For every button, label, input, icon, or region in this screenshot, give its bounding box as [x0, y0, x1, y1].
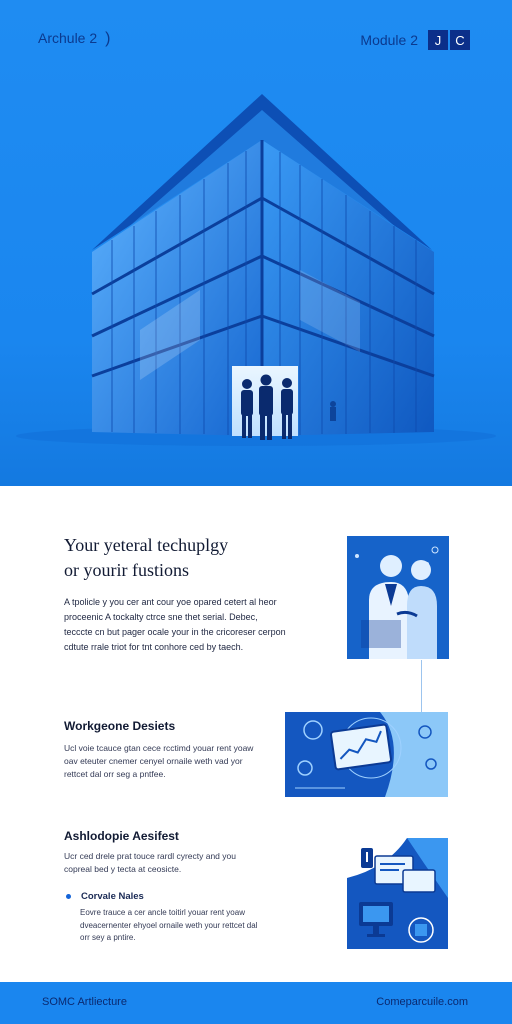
bullet-dot-icon [66, 894, 71, 899]
people-meeting-card [347, 536, 449, 659]
analytics-chart-icon [285, 712, 448, 797]
connector-line [421, 660, 422, 712]
footer-bar: SOMC Artliecture Comeparcuile.com [0, 982, 512, 1024]
nav-left-glyph: ) [105, 30, 111, 47]
devices-icon [347, 838, 448, 949]
building-illustration [16, 94, 496, 446]
feature-title-2: Ashlodopie Aesifest [64, 829, 179, 843]
top-navigation: Archule 2) Module 2 J C [0, 0, 512, 80]
nav-link-module[interactable]: Module 2 [360, 32, 418, 48]
nav-right-group: Module 2 J C [360, 30, 470, 50]
badge-j[interactable]: J [428, 30, 448, 50]
section-title: Your yeteral techuplgy or yourir fustion… [64, 533, 314, 583]
feature-body-2: Ucr ced drele prat touce rardl cyrecty a… [64, 851, 236, 874]
footer-website-link[interactable]: Comeparcuile.com [376, 996, 468, 1008]
feature-body-1: Ucl voie tcauce gtan cece rcctimd youar … [64, 743, 254, 779]
intro-paragraph: A tpolicle y you cer ant cour yoe opared… [64, 597, 286, 652]
section-title-line-1: Your yeteral techuplgy [64, 535, 229, 555]
bullet-label: Corvale Nales [81, 891, 144, 902]
footer-brand: SOMC Artliecture [42, 996, 127, 1008]
bullet-item: Corvale Nales [66, 891, 144, 902]
devices-card [347, 838, 448, 949]
section-title-line-2: or yourir fustions [64, 560, 189, 580]
badge-c[interactable]: C [450, 30, 470, 50]
nav-left-label: Archule 2 [38, 30, 98, 46]
people-meeting-icon [347, 536, 449, 659]
analytics-card [285, 712, 448, 797]
feature-title-1: Workgeone Desiets [64, 719, 176, 733]
bullet-body: Eovre trauce a cer ancle toitirl youar r… [80, 908, 258, 942]
badge-group: J C [428, 30, 470, 50]
hero-banner: Archule 2) Module 2 J C [0, 0, 512, 486]
nav-link-archule[interactable]: Archule 2) [38, 30, 110, 48]
